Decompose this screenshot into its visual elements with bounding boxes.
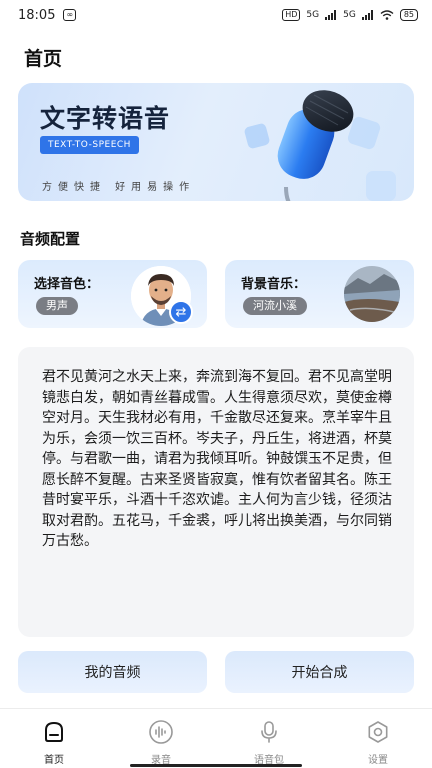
music-label: 背景音乐：: [241, 277, 307, 292]
tab-voice-pack[interactable]: 语音包: [234, 719, 304, 766]
text-content[interactable]: 君不见黄河之水天上来，奔流到海不复回。君不见高堂明镜悲白发，朝如青丝暮成雪。人生…: [42, 367, 392, 552]
music-select-card[interactable]: 背景音乐： 河流小溪: [225, 260, 414, 328]
tab-settings-label: 设置: [368, 755, 388, 766]
microphone-icon: [261, 721, 277, 743]
banner-title: 文字转语音: [40, 104, 171, 133]
section-title-audio-config: 音频配置: [20, 230, 81, 248]
voice-label: 选择音色：: [34, 277, 100, 292]
waveform-icon: [149, 720, 173, 744]
music-value-chip: 河流小溪: [243, 297, 307, 315]
status-bar: 18:05 ∞ HD 5G 5G 85: [0, 0, 432, 30]
status-time: 18:05: [18, 7, 56, 23]
hd-badge: HD: [282, 9, 301, 21]
signal-5g-icon: 5G: [306, 10, 320, 20]
battery-icon: 85: [399, 9, 418, 21]
bottom-tab-bar: 首页 录音 语音包 设置: [0, 708, 432, 768]
banner-tag: TEXT-TO-SPEECH: [40, 136, 139, 154]
tab-settings[interactable]: 设置: [343, 719, 413, 766]
signal-bars-icon-2: [361, 10, 373, 20]
gear-icon: [368, 721, 388, 743]
infinity-icon: ∞: [63, 9, 77, 21]
page-title: 首页: [24, 48, 63, 70]
home-icon: [45, 721, 63, 742]
home-indicator: [130, 764, 302, 767]
landscape-thumbnail-icon: [344, 266, 400, 322]
swap-voice-icon[interactable]: ⇄: [169, 300, 193, 324]
signal-5g-icon-2: 5G: [343, 10, 356, 20]
banner-subtitle: 方便快捷 好用易操作: [42, 182, 196, 193]
tab-record[interactable]: 录音: [126, 719, 196, 766]
microphone-illustration-icon: [244, 90, 396, 201]
voice-value-chip: 男声: [36, 297, 78, 315]
tts-banner[interactable]: 文字转语音 TEXT-TO-SPEECH 方便快捷 好用易操作: [18, 83, 414, 201]
tab-home[interactable]: 首页: [19, 719, 89, 766]
wifi-icon: [380, 10, 394, 20]
my-audio-button[interactable]: 我的音频: [18, 651, 207, 693]
signal-bars-icon: [325, 10, 337, 20]
text-input-area[interactable]: 君不见黄河之水天上来，奔流到海不复回。君不见高堂明镜悲白发，朝如青丝暮成雪。人生…: [18, 347, 414, 637]
start-synthesis-button[interactable]: 开始合成: [225, 651, 414, 693]
tab-home-label: 首页: [44, 755, 64, 766]
voice-select-card[interactable]: 选择音色： 男声 ⇄: [18, 260, 207, 328]
